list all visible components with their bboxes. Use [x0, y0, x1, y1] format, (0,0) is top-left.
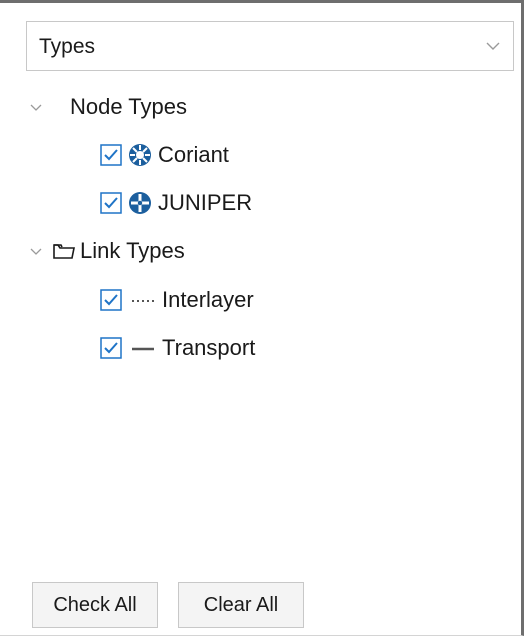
- types-filter-panel: Types Node Types Coriant JUNIPER Link Ty…: [0, 0, 524, 636]
- tree-item-label: Coriant: [158, 142, 229, 167]
- juniper-node-icon: [129, 192, 151, 214]
- clear-all-button[interactable]: Clear All: [178, 582, 304, 628]
- chevron-down-icon: [486, 42, 500, 50]
- checkbox-checked[interactable]: [100, 144, 122, 166]
- folder-open-icon: [53, 244, 75, 259]
- types-dropdown-value: Types: [39, 35, 96, 58]
- tree-group-node-types[interactable]: Node Types: [28, 89, 187, 125]
- tree-item-label: JUNIPER: [158, 190, 253, 215]
- chevron-down-icon[interactable]: [28, 243, 44, 259]
- checkbox-checked[interactable]: [100, 289, 122, 311]
- checkbox-checked[interactable]: [100, 337, 122, 359]
- tree-item-label: Interlayer: [162, 287, 254, 312]
- tree-item-coriant[interactable]: Coriant: [100, 137, 229, 173]
- solid-line-icon: [132, 347, 154, 351]
- chevron-down-icon[interactable]: [28, 99, 44, 115]
- tree-item-juniper[interactable]: JUNIPER: [100, 185, 252, 221]
- tree-group-link-types[interactable]: Link Types: [28, 233, 185, 269]
- tree-item-transport[interactable]: Transport: [100, 330, 255, 366]
- dotted-line-icon: [132, 300, 154, 302]
- tree-group-label: Link Types: [80, 238, 185, 263]
- checkbox-checked[interactable]: [100, 192, 122, 214]
- tree-item-label: Transport: [162, 335, 256, 360]
- tree-item-interlayer[interactable]: Interlayer: [100, 282, 254, 318]
- types-dropdown[interactable]: Types: [26, 21, 514, 71]
- coriant-node-icon: [129, 144, 151, 166]
- check-all-button[interactable]: Check All: [32, 582, 158, 628]
- tree-group-label: Node Types: [70, 94, 188, 119]
